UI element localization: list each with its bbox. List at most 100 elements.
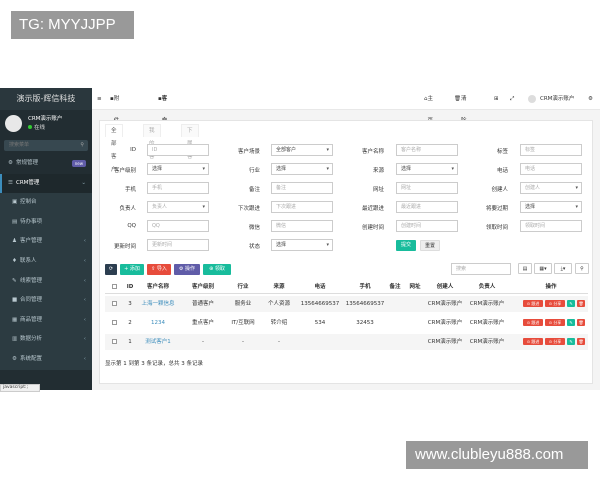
- cell-owner: CRM演示账户: [469, 320, 505, 326]
- refresh-button[interactable]: ⟳: [105, 264, 117, 275]
- tab-my-customers[interactable]: 我的客户: [143, 124, 161, 173]
- col-remark[interactable]: 备注: [385, 280, 405, 294]
- phone-input[interactable]: 电话: [520, 163, 582, 175]
- tab-attachments[interactable]: ▪ 附件管理: [110, 88, 119, 168]
- creator-select[interactable]: 创建人: [520, 182, 582, 194]
- share-button[interactable]: ⊙ 分享: [545, 319, 565, 326]
- tag-input[interactable]: 标签: [520, 144, 582, 156]
- created-time-input[interactable]: 创建时间: [396, 220, 458, 232]
- last-followup-input[interactable]: 最近跟进: [396, 201, 458, 213]
- status-select[interactable]: 选择: [271, 239, 333, 251]
- col-owner[interactable]: 负责人: [467, 280, 507, 294]
- next-followup-input[interactable]: 下次跟进: [271, 201, 333, 213]
- select-all-checkbox[interactable]: [112, 284, 117, 289]
- sidebar-item-contracts[interactable]: ■ 合同管理 ‹: [0, 291, 92, 311]
- add-button[interactable]: + 添加: [120, 264, 144, 275]
- settings-gear-icon[interactable]: ⚙: [588, 88, 593, 110]
- export-icon[interactable]: ⤓▾: [554, 263, 572, 274]
- columns-toggle-icon[interactable]: ▦▾: [534, 263, 552, 274]
- share-button[interactable]: ⊙ 分享: [545, 300, 565, 307]
- industry-select[interactable]: 选择: [271, 163, 333, 175]
- sidebar-item-customers[interactable]: ♟ 客户管理 ‹: [0, 232, 92, 252]
- advanced-search-icon[interactable]: ⚲: [575, 263, 589, 274]
- col-source[interactable]: 来源: [261, 280, 297, 294]
- share-button[interactable]: ⊙ 分享: [545, 338, 565, 345]
- col-creator[interactable]: 创建人: [425, 280, 465, 294]
- delete-icon[interactable]: 🗑: [577, 338, 585, 345]
- search-icon: ⚲: [80, 142, 84, 148]
- cell-name-link[interactable]: 1234: [137, 315, 179, 331]
- home-link[interactable]: ⌂ 主页: [424, 88, 433, 124]
- sidebar-item-todo[interactable]: ▤ 待办事项: [0, 212, 92, 233]
- chevron-left-icon: ‹: [83, 257, 86, 264]
- tab-sub-customers[interactable]: 下属客户: [181, 124, 199, 173]
- edit-icon[interactable]: ✎: [567, 319, 575, 326]
- sidebar-item-dashboard[interactable]: ▣ 控制台: [0, 193, 92, 213]
- cell-name-link[interactable]: 测试客户1: [137, 334, 179, 350]
- cell-name-link[interactable]: 上海一颗信息: [137, 296, 179, 312]
- sidebar-item-leads[interactable]: ✎ 线索管理 ‹: [0, 271, 92, 292]
- fullscreen-icon[interactable]: ⤢: [510, 88, 514, 110]
- id-input[interactable]: ID: [147, 144, 209, 156]
- import-button[interactable]: ⇪ 导入: [147, 264, 171, 275]
- follow-button[interactable]: ⊙ 跟进: [523, 338, 543, 345]
- topbar-user[interactable]: CRM演示账户: [540, 88, 574, 110]
- sidebar-item-contacts[interactable]: ♦ 联系人 ‹: [0, 251, 92, 272]
- clear-cache-button[interactable]: 🗑 清除缓存: [454, 88, 467, 168]
- col-name[interactable]: 客户名称: [137, 280, 179, 294]
- submit-button[interactable]: 提交: [396, 240, 416, 251]
- col-mobile[interactable]: 手机: [343, 280, 387, 294]
- row-checkbox[interactable]: [112, 301, 117, 306]
- sidebar-item-general[interactable]: ⚙ 常规管理 new: [0, 154, 92, 174]
- edit-icon[interactable]: ✎: [567, 338, 575, 345]
- follow-button[interactable]: ⊙ 跟进: [523, 319, 543, 326]
- expire-select[interactable]: 选择: [520, 201, 582, 213]
- operate-button[interactable]: ⚙ 操作: [174, 264, 200, 275]
- row-checkbox[interactable]: [112, 339, 117, 344]
- col-level[interactable]: 客户级别: [183, 280, 223, 294]
- wechat-input[interactable]: 微信: [271, 220, 333, 232]
- sidebar-item-products[interactable]: ▦ 商品管理 ‹: [0, 310, 92, 331]
- reset-button[interactable]: 重置: [420, 240, 440, 251]
- sidebar-item-config[interactable]: ⚙ 系统配置 ‹: [0, 349, 92, 370]
- sidebar-item-analytics[interactable]: ▥ 数据分析 ‹: [0, 330, 92, 350]
- col-site[interactable]: 网址: [405, 280, 425, 294]
- claim-time-input[interactable]: 领取时间: [520, 220, 582, 232]
- site-input[interactable]: 网址: [396, 182, 458, 194]
- claim-button[interactable]: ⊕ 领取: [203, 264, 231, 275]
- mobile-input[interactable]: 手机: [147, 182, 209, 194]
- delete-icon[interactable]: 🗑: [577, 300, 585, 307]
- source-select[interactable]: 选择: [396, 163, 458, 175]
- wechat-label: 微信: [248, 225, 260, 231]
- follow-button[interactable]: ⊙ 跟进: [523, 300, 543, 307]
- cell-level: -: [202, 339, 204, 345]
- brand-title[interactable]: 演示版-辉信科技: [0, 88, 92, 110]
- users-icon: ♟: [12, 238, 17, 245]
- qq-label: QQ: [127, 223, 136, 229]
- level-select[interactable]: 选择: [147, 163, 209, 175]
- cell-id: 2: [128, 320, 132, 326]
- main-area: ≡ ▪ 附件管理 ▪ 客户列表 ⌂ 主页 🗑 清除缓存 ⊞ ⤢ CRM演示账户 …: [92, 88, 600, 390]
- col-id[interactable]: ID: [124, 280, 136, 294]
- grid-icon[interactable]: ⊞: [494, 88, 499, 110]
- list-view-icon[interactable]: ▤: [518, 263, 532, 274]
- topbar-avatar[interactable]: [528, 95, 536, 103]
- scene-select[interactable]: 全部客户: [271, 144, 333, 156]
- tab-customer-list[interactable]: ▪ 客户列表: [158, 88, 167, 168]
- row-checkbox[interactable]: [112, 320, 117, 325]
- qq-input[interactable]: QQ: [147, 220, 209, 232]
- table-search-input[interactable]: 搜索: [451, 263, 511, 275]
- sidebar-search-input[interactable]: 搜索菜单 ⚲: [4, 140, 88, 151]
- delete-icon[interactable]: 🗑: [577, 319, 585, 326]
- tab-all-customers[interactable]: 全部客户: [105, 124, 123, 173]
- remark-input[interactable]: 备注: [271, 182, 333, 194]
- edit-icon[interactable]: ✎: [567, 300, 575, 307]
- name-input[interactable]: 客户名称: [396, 144, 458, 156]
- col-phone[interactable]: 电话: [298, 280, 342, 294]
- chevron-left-icon: ‹: [83, 297, 86, 304]
- owner-select[interactable]: 负责人: [147, 201, 209, 213]
- updated-time-input[interactable]: 更新时间: [147, 239, 209, 251]
- sidebar-item-crm[interactable]: ☰ CRM管理 ⌄: [0, 173, 92, 194]
- col-industry[interactable]: 行业: [225, 280, 261, 294]
- menu-toggle-icon[interactable]: ≡: [97, 88, 102, 110]
